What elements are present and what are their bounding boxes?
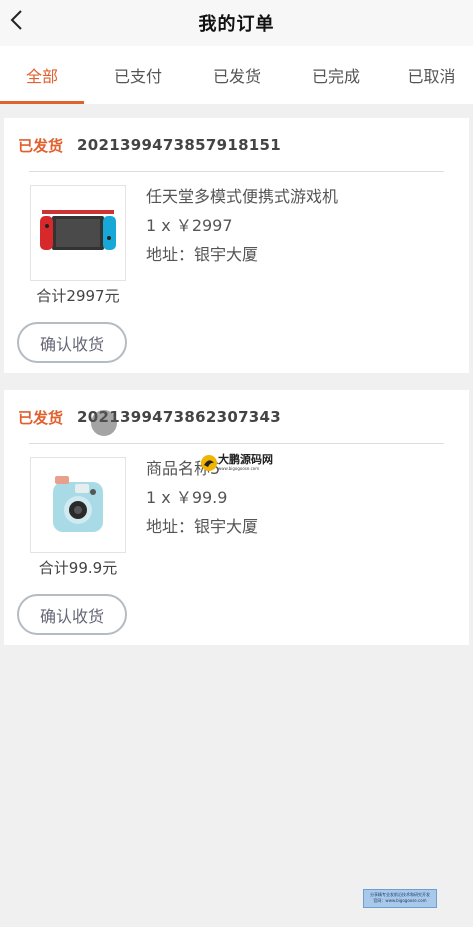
back-arrow-icon[interactable] [6,8,30,32]
order-tabs: 全部 已支付 已发货 已完成 已取消 [0,46,473,104]
page-title: 我的订单 [198,14,275,35]
tab-completed[interactable]: 已完成 [282,46,390,104]
game-console-icon [40,210,116,250]
tab-shipped[interactable]: 已发货 [192,46,282,104]
order-status: 已发货 [18,408,64,427]
tab-cancelled[interactable]: 已取消 [390,46,473,104]
watermark-subtext: www.bigogoose.com [218,466,260,471]
order-total: 合计2997元 [36,287,120,305]
divider [29,171,444,172]
order-card: 已发货 2021399473857918151 任天堂多模式便携式游戏机 1 x… [4,118,469,373]
shipping-address: 地址：银宇大厦 [146,245,259,264]
order-header: 已发货 2021399473857918151 [18,134,281,156]
product-image[interactable] [30,457,126,553]
order-status: 已发货 [18,136,64,155]
quantity-price: 1 x ￥99.9 [146,488,228,507]
order-header: 已发货 2021399473862307343 [18,406,281,428]
order-total: 合计99.9元 [38,559,118,577]
watermark-bird-icon [201,455,217,471]
product-name: 任天堂多模式便携式游戏机 [146,187,339,206]
shipping-address: 地址：银宇大厦 [146,517,259,536]
header-bar: 我的订单 [0,0,473,46]
instant-camera-icon [53,476,103,532]
confirm-receipt-button[interactable]: 确认收货 [17,322,127,363]
order-card: 已发货 2021399473862307343 商品名称5 1 x ￥99.9 … [4,390,469,645]
product-image[interactable] [30,185,126,281]
tab-paid[interactable]: 已支付 [84,46,192,104]
divider [29,443,444,444]
order-number: 2021399473857918151 [77,136,282,154]
touch-indicator [91,410,117,436]
confirm-receipt-button[interactable]: 确认收货 [17,594,127,635]
watermark-banner-line2: 官网：www.bigogoose.com [373,898,427,903]
watermark-banner: 分享精专业发前沿技术和研究开发 官网：www.bigogoose.com [363,889,437,908]
watermark-text: 大鹏源码网 [218,453,273,466]
watermark-logo: 大鹏源码网 www.bigogoose.com [200,454,273,472]
quantity-price: 1 x ￥2997 [146,216,233,235]
product-info: 任天堂多模式便携式游戏机 1 x ￥2997 地址：银宇大厦 [146,186,338,273]
tab-all[interactable]: 全部 [0,46,84,104]
